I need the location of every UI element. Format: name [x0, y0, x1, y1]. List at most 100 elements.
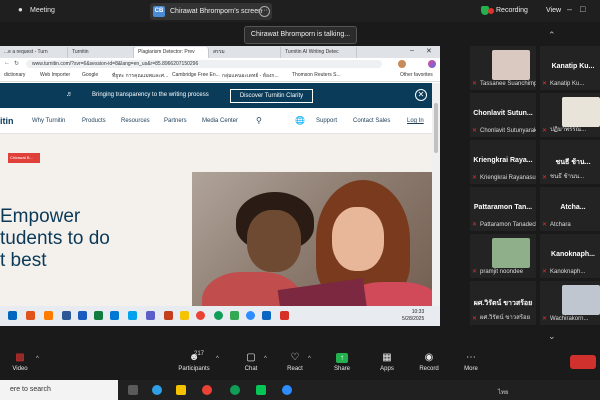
participant-tile[interactable]: Atcha... ✕ Atchara: [539, 186, 600, 232]
bookmark[interactable]: กลุ่มแคนอะเดทย์ - ห้องก...: [222, 72, 279, 80]
react-button[interactable]: ♡ React: [284, 353, 306, 373]
participant-tile[interactable]: ✕Tassanee Suanchimpl...: [469, 45, 537, 91]
react-options-icon[interactable]: ^: [308, 356, 311, 362]
task-view-icon[interactable]: [128, 385, 138, 395]
talking-indicator: Chirawat Bhromporn is talking...: [244, 26, 357, 44]
participant-tile[interactable]: Kriengkrai Raya... ✕ Kriengkrai Rayanasuk: [469, 139, 537, 185]
participant-tile[interactable]: ✕ pramjit noondee: [469, 233, 537, 279]
line-icon[interactable]: [256, 385, 266, 395]
zoom-icon[interactable]: [282, 385, 292, 395]
chat-options-icon[interactable]: ^: [264, 356, 267, 362]
nav-contact-sales[interactable]: Contact Sales: [353, 118, 390, 124]
zoom-toolbar: ▩ Video ^ ☻ 217 Participants ^ ▢ Chat ^ …: [0, 345, 600, 380]
bookmark[interactable]: Web Importer: [40, 72, 70, 78]
excel-icon: [94, 311, 103, 320]
participant-tile[interactable]: Kanoknaph... ✕ Kanoknaph...: [539, 233, 600, 279]
share-button[interactable]: ↑ Share: [330, 353, 354, 372]
back-icon[interactable]: ←: [4, 60, 10, 66]
app-icon: [128, 311, 137, 320]
nav-log-in[interactable]: Log In: [407, 118, 424, 124]
close-banner-icon[interactable]: ✕: [415, 89, 427, 101]
bookmark[interactable]: Cambridge Free En...: [172, 72, 220, 78]
view-button[interactable]: View: [546, 7, 561, 14]
globe-icon[interactable]: 🌐: [295, 116, 305, 125]
bookmark[interactable]: dictionary: [4, 72, 25, 78]
browser-tab[interactable]: Turnitin AI Writing Detec: [281, 47, 357, 58]
bookmark[interactable]: Thomson Reuters S...: [292, 72, 341, 78]
banner-text: Bringing transparency to the writing pro…: [92, 92, 209, 98]
bookmark[interactable]: Google: [82, 72, 98, 78]
windows-taskbar: ere to search ไทย: [0, 380, 600, 400]
edge-icon[interactable]: [152, 385, 162, 395]
firefox-icon: [44, 311, 53, 320]
nav-partners[interactable]: Partners: [164, 118, 187, 124]
video-button[interactable]: ▩ Video: [8, 353, 32, 373]
participant-tile[interactable]: ✕ ปฏิมาพรรณ...: [539, 92, 600, 138]
nav-media-center[interactable]: Media Center: [202, 118, 238, 124]
gallery-up-icon[interactable]: ⌃: [548, 30, 556, 41]
record-dot-icon: [488, 8, 494, 14]
participant-tile[interactable]: ชนธี ช้าน... ✕ ชนธี ช้านน...: [539, 139, 600, 185]
bookmark-other[interactable]: Other favorites: [400, 72, 433, 78]
turnitin-logo[interactable]: itin: [0, 116, 14, 126]
apps-icon: ▦: [382, 352, 392, 363]
participant-tile[interactable]: ✕ Wachirakorn...: [539, 280, 600, 326]
browser-minimize-icon[interactable]: –: [410, 47, 414, 54]
reload-icon[interactable]: ↻: [14, 60, 19, 67]
browser-tab[interactable]: สรรม: [209, 47, 281, 58]
browser-tab[interactable]: ...e a request - Turn: [0, 47, 68, 58]
word-icon: [78, 311, 87, 320]
url-input[interactable]: www.turnitin.com/?svr=6&session-id=8&lan…: [26, 60, 382, 68]
sharer-avatar: CB: [153, 6, 165, 17]
video-options-icon[interactable]: ^: [36, 356, 39, 362]
minimize-icon[interactable]: –: [567, 4, 572, 14]
muted-mic-icon: ✕: [542, 81, 548, 87]
browser-close-icon[interactable]: ✕: [426, 47, 432, 55]
participant-tile[interactable]: Chonlavit Sutun... ✕ Chonlavit Sutunyarak: [469, 92, 537, 138]
browser-tab[interactable]: Turnitin: [68, 47, 134, 58]
chrome-icon[interactable]: [202, 385, 212, 395]
end-meeting-button[interactable]: [570, 355, 596, 369]
system-tray-lang[interactable]: ไทย: [498, 387, 509, 397]
zoom-window: ● Meeting CB Chirawat Bhromporn's screen…: [0, 0, 600, 400]
search-icon[interactable]: ⚲: [256, 116, 262, 125]
page-scrollbar[interactable]: [432, 83, 440, 326]
participant-label: Kanatip Ku...: [550, 81, 585, 87]
file-explorer-icon[interactable]: [176, 385, 186, 395]
nav-resources[interactable]: Resources: [121, 118, 150, 124]
muted-mic-icon: ✕: [472, 175, 478, 181]
bookmark[interactable]: ที่ยูทะ การคุณแมพและศ...: [112, 72, 168, 80]
participant-label: Pattaramon Tanadecha: [480, 222, 537, 228]
more-options-icon[interactable]: ···: [259, 6, 270, 17]
nav-support[interactable]: Support: [316, 118, 337, 124]
participant-tile[interactable]: Kanatip Ku... ✕ Kanatip Ku...: [539, 45, 600, 91]
chat-button[interactable]: ▢ Chat: [240, 353, 262, 373]
muted-mic-icon: ✕: [472, 269, 478, 275]
copilot-icon[interactable]: [428, 60, 436, 68]
more-button[interactable]: ⋯ More: [460, 353, 482, 373]
discover-clarity-button[interactable]: Discover Turnitin Clarity: [230, 89, 313, 103]
record-button[interactable]: ◉ Record: [418, 353, 440, 373]
participants-options-icon[interactable]: ^: [216, 356, 219, 362]
browser-tab-active[interactable]: Plagiarism Detector: Prev: [134, 47, 209, 58]
muted-mic-icon: ✕: [472, 81, 478, 87]
nav-why-turnitin[interactable]: Why Turnitin: [32, 118, 65, 124]
maximize-icon[interactable]: □: [580, 4, 585, 14]
participant-tile[interactable]: ผศ.วิรัตน์ ขาวสร้อย ✕ ผศ.วิรัตน์ ขาวสร้อย: [469, 280, 537, 326]
screen-share-pill[interactable]: CB Chirawat Bhromporn's screen ···: [150, 3, 272, 20]
hero-heading: Empower tudents to do t best: [0, 206, 110, 272]
participant-tile[interactable]: Pattaramon Tan... ✕ Pattaramon Tanadecha: [469, 186, 537, 232]
scrollbar-thumb[interactable]: [434, 103, 438, 153]
participants-button[interactable]: ☻ 217 Participants: [176, 351, 212, 372]
megaphone-icon: ♬: [66, 91, 73, 98]
windows-search-box[interactable]: ere to search: [0, 380, 118, 400]
apps-button[interactable]: ▦ Apps: [376, 352, 398, 373]
profile-avatar[interactable]: [398, 60, 406, 68]
chrome-icon[interactable]: [230, 385, 240, 395]
clock-date: 5/28/2025: [402, 316, 425, 322]
muted-mic-icon: ✕: [472, 222, 478, 228]
participant-name: Kriengkrai Raya...: [473, 157, 533, 164]
recording-label[interactable]: Recording: [496, 7, 528, 14]
gallery-down-icon[interactable]: ⌄: [548, 331, 556, 342]
nav-products[interactable]: Products: [82, 118, 106, 124]
